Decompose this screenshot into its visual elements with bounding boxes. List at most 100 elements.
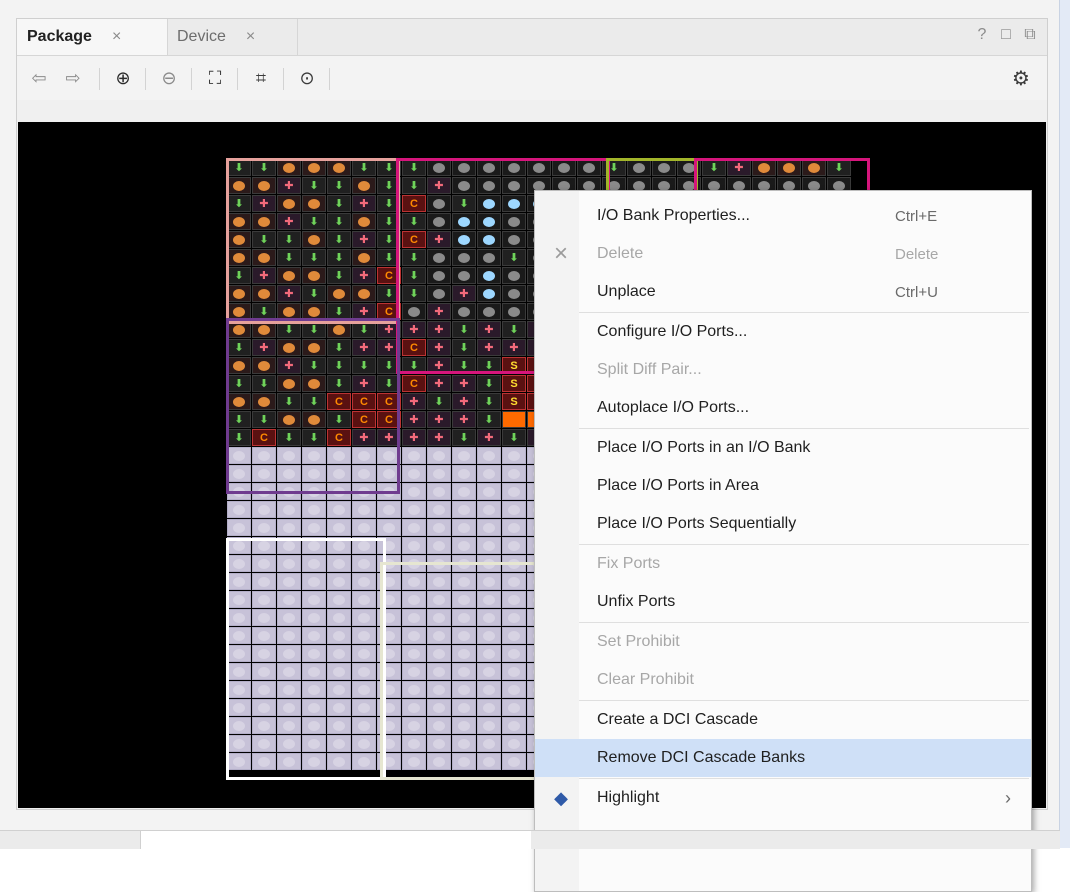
pin-cell[interactable]: [227, 465, 251, 482]
pin-cell[interactable]: [502, 303, 526, 320]
pin-cell[interactable]: [427, 717, 451, 734]
menu-item-autoplace-i-o-ports[interactable]: Autoplace I/O Ports...: [535, 389, 1031, 427]
pin-cell[interactable]: [327, 573, 351, 590]
pin-cell[interactable]: [377, 645, 401, 662]
pin-cell[interactable]: [502, 411, 526, 428]
pin-cell[interactable]: ⬇: [227, 375, 251, 392]
pin-cell[interactable]: [252, 699, 276, 716]
pin-cell[interactable]: [452, 213, 476, 230]
pin-cell[interactable]: [302, 483, 326, 500]
pin-cell[interactable]: [227, 645, 251, 662]
pin-cell[interactable]: [352, 501, 376, 518]
pin-cell[interactable]: [477, 519, 501, 536]
pin-cell[interactable]: ⬇: [602, 159, 626, 176]
pin-cell[interactable]: ✚: [352, 195, 376, 212]
pin-cell[interactable]: [302, 735, 326, 752]
pin-cell[interactable]: ⬇: [327, 231, 351, 248]
pin-cell[interactable]: [402, 447, 426, 464]
pin-cell[interactable]: [352, 177, 376, 194]
pin-cell[interactable]: [477, 573, 501, 590]
pin-cell[interactable]: [352, 483, 376, 500]
pin-cell[interactable]: ✚: [277, 213, 301, 230]
pin-cell[interactable]: [427, 699, 451, 716]
pin-cell[interactable]: [452, 609, 476, 626]
pin-cell[interactable]: [427, 501, 451, 518]
menu-item-i-o-bank-properties[interactable]: I/O Bank Properties... Ctrl+E: [535, 197, 1031, 235]
pin-cell[interactable]: ✚: [452, 285, 476, 302]
pin-cell[interactable]: [252, 483, 276, 500]
pin-cell[interactable]: [377, 753, 401, 770]
pin-cell[interactable]: [302, 681, 326, 698]
zoom-out-icon[interactable]: ⊖: [157, 66, 181, 90]
pin-cell[interactable]: [502, 627, 526, 644]
pin-cell[interactable]: [352, 447, 376, 464]
pin-cell[interactable]: [477, 177, 501, 194]
pin-cell[interactable]: [327, 321, 351, 338]
pin-cell[interactable]: ✚: [377, 339, 401, 356]
pin-cell[interactable]: ⬇: [227, 195, 251, 212]
pin-cell[interactable]: [477, 285, 501, 302]
pin-cell[interactable]: ⬇: [402, 357, 426, 374]
pin-cell[interactable]: [227, 537, 251, 554]
pin-cell[interactable]: [477, 267, 501, 284]
pin-cell[interactable]: [502, 213, 526, 230]
pin-cell[interactable]: [477, 195, 501, 212]
pin-cell[interactable]: [277, 483, 301, 500]
pin-cell[interactable]: [327, 609, 351, 626]
pin-cell[interactable]: [452, 447, 476, 464]
pin-cell[interactable]: [477, 753, 501, 770]
pin-cell[interactable]: [452, 753, 476, 770]
pin-cell[interactable]: [427, 681, 451, 698]
pin-cell[interactable]: [252, 555, 276, 572]
pin-cell[interactable]: ⬇: [402, 213, 426, 230]
pin-cell[interactable]: [352, 699, 376, 716]
pin-cell[interactable]: [377, 591, 401, 608]
pin-cell[interactable]: [277, 447, 301, 464]
pin-cell[interactable]: ⬇: [702, 159, 726, 176]
pin-cell[interactable]: [402, 465, 426, 482]
pin-cell[interactable]: [277, 591, 301, 608]
pin-cell[interactable]: [302, 447, 326, 464]
pin-cell[interactable]: C: [377, 393, 401, 410]
pin-cell[interactable]: [277, 465, 301, 482]
pin-cell[interactable]: ⬇: [377, 195, 401, 212]
pin-cell[interactable]: [252, 681, 276, 698]
pin-cell[interactable]: ✚: [352, 303, 376, 320]
pin-cell[interactable]: [452, 267, 476, 284]
pin-cell[interactable]: [227, 519, 251, 536]
pin-cell[interactable]: ✚: [427, 321, 451, 338]
help-icon[interactable]: ?: [975, 26, 989, 44]
pin-cell[interactable]: [402, 519, 426, 536]
pin-cell[interactable]: [227, 555, 251, 572]
pin-cell[interactable]: [327, 627, 351, 644]
fit-view-icon[interactable]: ⛶: [203, 66, 227, 90]
pin-cell[interactable]: ⬇: [502, 429, 526, 446]
pin-cell[interactable]: [502, 609, 526, 626]
pin-cell[interactable]: [227, 663, 251, 680]
pin-cell[interactable]: C: [352, 393, 376, 410]
pin-cell[interactable]: [352, 555, 376, 572]
pin-cell[interactable]: [502, 681, 526, 698]
pin-cell[interactable]: ⬇: [252, 303, 276, 320]
pin-cell[interactable]: [752, 159, 776, 176]
pin-cell[interactable]: ⬇: [302, 357, 326, 374]
pin-cell[interactable]: ⬇: [452, 357, 476, 374]
pin-cell[interactable]: [252, 735, 276, 752]
pin-cell[interactable]: [477, 447, 501, 464]
pin-cell[interactable]: [302, 501, 326, 518]
pin-cell[interactable]: [277, 195, 301, 212]
pin-cell[interactable]: ⬇: [377, 375, 401, 392]
pin-cell[interactable]: [477, 249, 501, 266]
pin-cell[interactable]: [302, 195, 326, 212]
pin-cell[interactable]: ⬇: [377, 213, 401, 230]
pin-cell[interactable]: [427, 555, 451, 572]
pin-cell[interactable]: [227, 321, 251, 338]
pin-cell[interactable]: [277, 339, 301, 356]
pin-cell[interactable]: [477, 591, 501, 608]
pin-cell[interactable]: [227, 357, 251, 374]
pin-cell[interactable]: [352, 537, 376, 554]
pin-cell[interactable]: [452, 573, 476, 590]
pin-cell[interactable]: [402, 537, 426, 554]
menu-item-create-a-dci-cascade[interactable]: Create a DCI Cascade: [535, 701, 1031, 739]
pin-cell[interactable]: ⬇: [302, 249, 326, 266]
